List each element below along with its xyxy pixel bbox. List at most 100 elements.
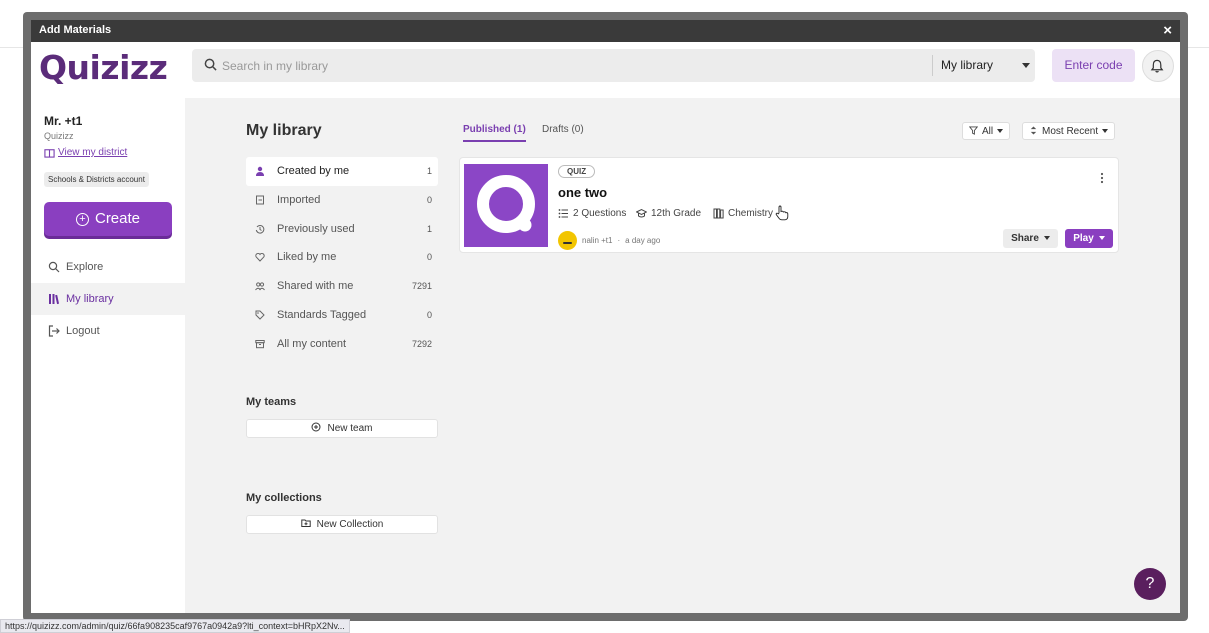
my-collections-heading: My collections <box>246 492 322 504</box>
question-count-label: 2 Questions <box>573 208 627 219</box>
import-icon <box>256 195 264 205</box>
quiz-card[interactable]: QUIZ one two 2 Questions 12th Grade Chem… <box>459 157 1119 253</box>
help-button[interactable]: ? <box>1134 568 1166 600</box>
grade-label: 12th Grade <box>651 208 702 219</box>
filter-shared-with-me[interactable]: Shared with me 7291 <box>246 272 438 301</box>
filter-label: Imported <box>277 193 321 206</box>
create-button[interactable]: + Create <box>44 202 172 236</box>
updated-time: a day ago <box>625 236 661 245</box>
filter-created-by-me[interactable]: Created by me 1 <box>246 157 438 186</box>
filter-icon <box>968 126 979 135</box>
app-header: Quizizz My library Enter code <box>31 42 1180 98</box>
filter-count: 0 <box>426 194 432 205</box>
folder-plus-icon <box>300 519 311 527</box>
quizizz-frame: Quizizz My library Enter code <box>31 42 1180 613</box>
filter-previously-used[interactable]: Previously used 1 <box>246 215 438 244</box>
filter-count: 0 <box>426 309 432 320</box>
separator-dot: · <box>617 236 621 245</box>
quiz-type-badge: QUIZ <box>558 165 596 178</box>
quizizz-q-logo-icon <box>477 175 535 233</box>
list-icon <box>558 209 568 218</box>
subject-label: Chemistry <box>728 208 774 219</box>
view-district-label: View my district <box>58 147 128 158</box>
play-label: Play <box>1073 233 1094 244</box>
new-collection-button[interactable]: New Collection <box>246 515 438 534</box>
new-team-label: New team <box>327 423 373 434</box>
play-button[interactable]: Play <box>1065 229 1113 248</box>
chevron-down-icon <box>1098 236 1105 240</box>
filter-imported[interactable]: Imported 0 <box>246 186 438 215</box>
filter-label: Previously used <box>277 222 355 235</box>
heart-icon <box>255 253 265 263</box>
history-icon <box>255 224 265 234</box>
plus-circle-icon <box>311 422 321 432</box>
chevron-down-icon <box>1022 63 1030 68</box>
bell-icon <box>1150 59 1164 73</box>
filter-count: 7292 <box>411 338 432 349</box>
search-scope-dropdown[interactable]: My library <box>932 55 1032 76</box>
library-filter-list: Created by me 1 Imported 0 Previously us… <box>246 157 438 359</box>
modal-title: Add Materials <box>39 24 112 36</box>
filter-standards-tagged[interactable]: Standards Tagged 0 <box>246 301 438 330</box>
graduation-cap-icon <box>636 208 647 218</box>
type-filter-label: All <box>982 126 994 137</box>
sort-label: Most Recent <box>1042 126 1099 137</box>
sidebar-item-label: Logout <box>66 325 100 337</box>
logout-icon <box>48 325 60 337</box>
author-name: nalin +t1 <box>582 236 613 245</box>
filter-all-my-content[interactable]: All my content 7292 <box>246 330 438 359</box>
close-icon[interactable]: × <box>1163 22 1172 39</box>
books-icon <box>713 208 724 219</box>
filter-label: Standards Tagged <box>277 308 367 321</box>
search-scope-label: My library <box>941 58 994 72</box>
avatar <box>558 231 577 250</box>
sidebar-item-explore[interactable]: Explore <box>31 251 185 283</box>
sort-icon <box>1030 126 1037 135</box>
search-icon <box>204 58 217 71</box>
tab-drafts[interactable]: Drafts (0) <box>542 124 584 140</box>
my-teams-heading: My teams <box>246 396 297 408</box>
view-district-link[interactable]: View my district <box>44 147 127 158</box>
quiz-thumbnail[interactable] <box>464 164 548 247</box>
filter-label: All my content <box>277 337 347 350</box>
filter-liked-by-me[interactable]: Liked by me 0 <box>246 243 438 272</box>
share-button[interactable]: Share <box>1003 229 1058 248</box>
chevron-down-icon <box>1043 236 1050 240</box>
sidebar: Mr. +t1 Quizizz View my district Schools… <box>31 98 185 613</box>
quiz-author: nalin +t1 · a day ago <box>558 231 660 250</box>
user-name: Mr. +t1 <box>44 114 83 128</box>
quizizz-logo[interactable]: Quizizz <box>39 48 168 87</box>
filter-count: 1 <box>426 223 432 234</box>
plus-circle-icon: + <box>75 213 89 226</box>
sidebar-item-label: Explore <box>66 261 104 273</box>
hand-pointer-cursor-icon <box>775 205 789 221</box>
building-icon <box>44 149 55 158</box>
sort-dropdown[interactable]: Most Recent <box>1022 122 1116 140</box>
tag-icon <box>255 310 265 320</box>
search-input[interactable] <box>222 56 922 76</box>
enter-code-button[interactable]: Enter code <box>1052 49 1135 82</box>
add-materials-modal: Add Materials × Quizizz My library Enter… <box>23 12 1188 621</box>
new-team-button[interactable]: New team <box>246 419 438 438</box>
create-label: Create <box>94 210 141 227</box>
archive-icon <box>255 339 265 348</box>
filter-count: 0 <box>426 252 432 263</box>
type-filter-dropdown[interactable]: All <box>962 122 1011 140</box>
tab-published[interactable]: Published (1) <box>463 124 526 142</box>
quiz-question-count: 2 Questions <box>558 208 626 219</box>
modal-titlebar: Add Materials × <box>31 20 1180 42</box>
notifications-button[interactable] <box>1142 50 1174 82</box>
quiz-subject: Chemistry <box>713 208 773 219</box>
more-options-icon[interactable] <box>1100 171 1104 185</box>
filter-count: 1 <box>426 166 432 176</box>
account-type-badge: Schools & Districts account <box>44 172 149 187</box>
search-icon <box>48 261 60 273</box>
filter-label: Created by me <box>277 165 350 177</box>
page-title: My library <box>246 122 322 139</box>
quiz-title[interactable]: one two <box>558 185 607 200</box>
chevron-down-icon <box>997 129 1004 133</box>
status-bar-url: https://quizizz.com/admin/quiz/66fa90823… <box>0 619 350 633</box>
sidebar-item-my-library[interactable]: My library <box>31 283 185 315</box>
sidebar-item-logout[interactable]: Logout <box>31 315 185 347</box>
search-bar: My library <box>192 49 1035 82</box>
